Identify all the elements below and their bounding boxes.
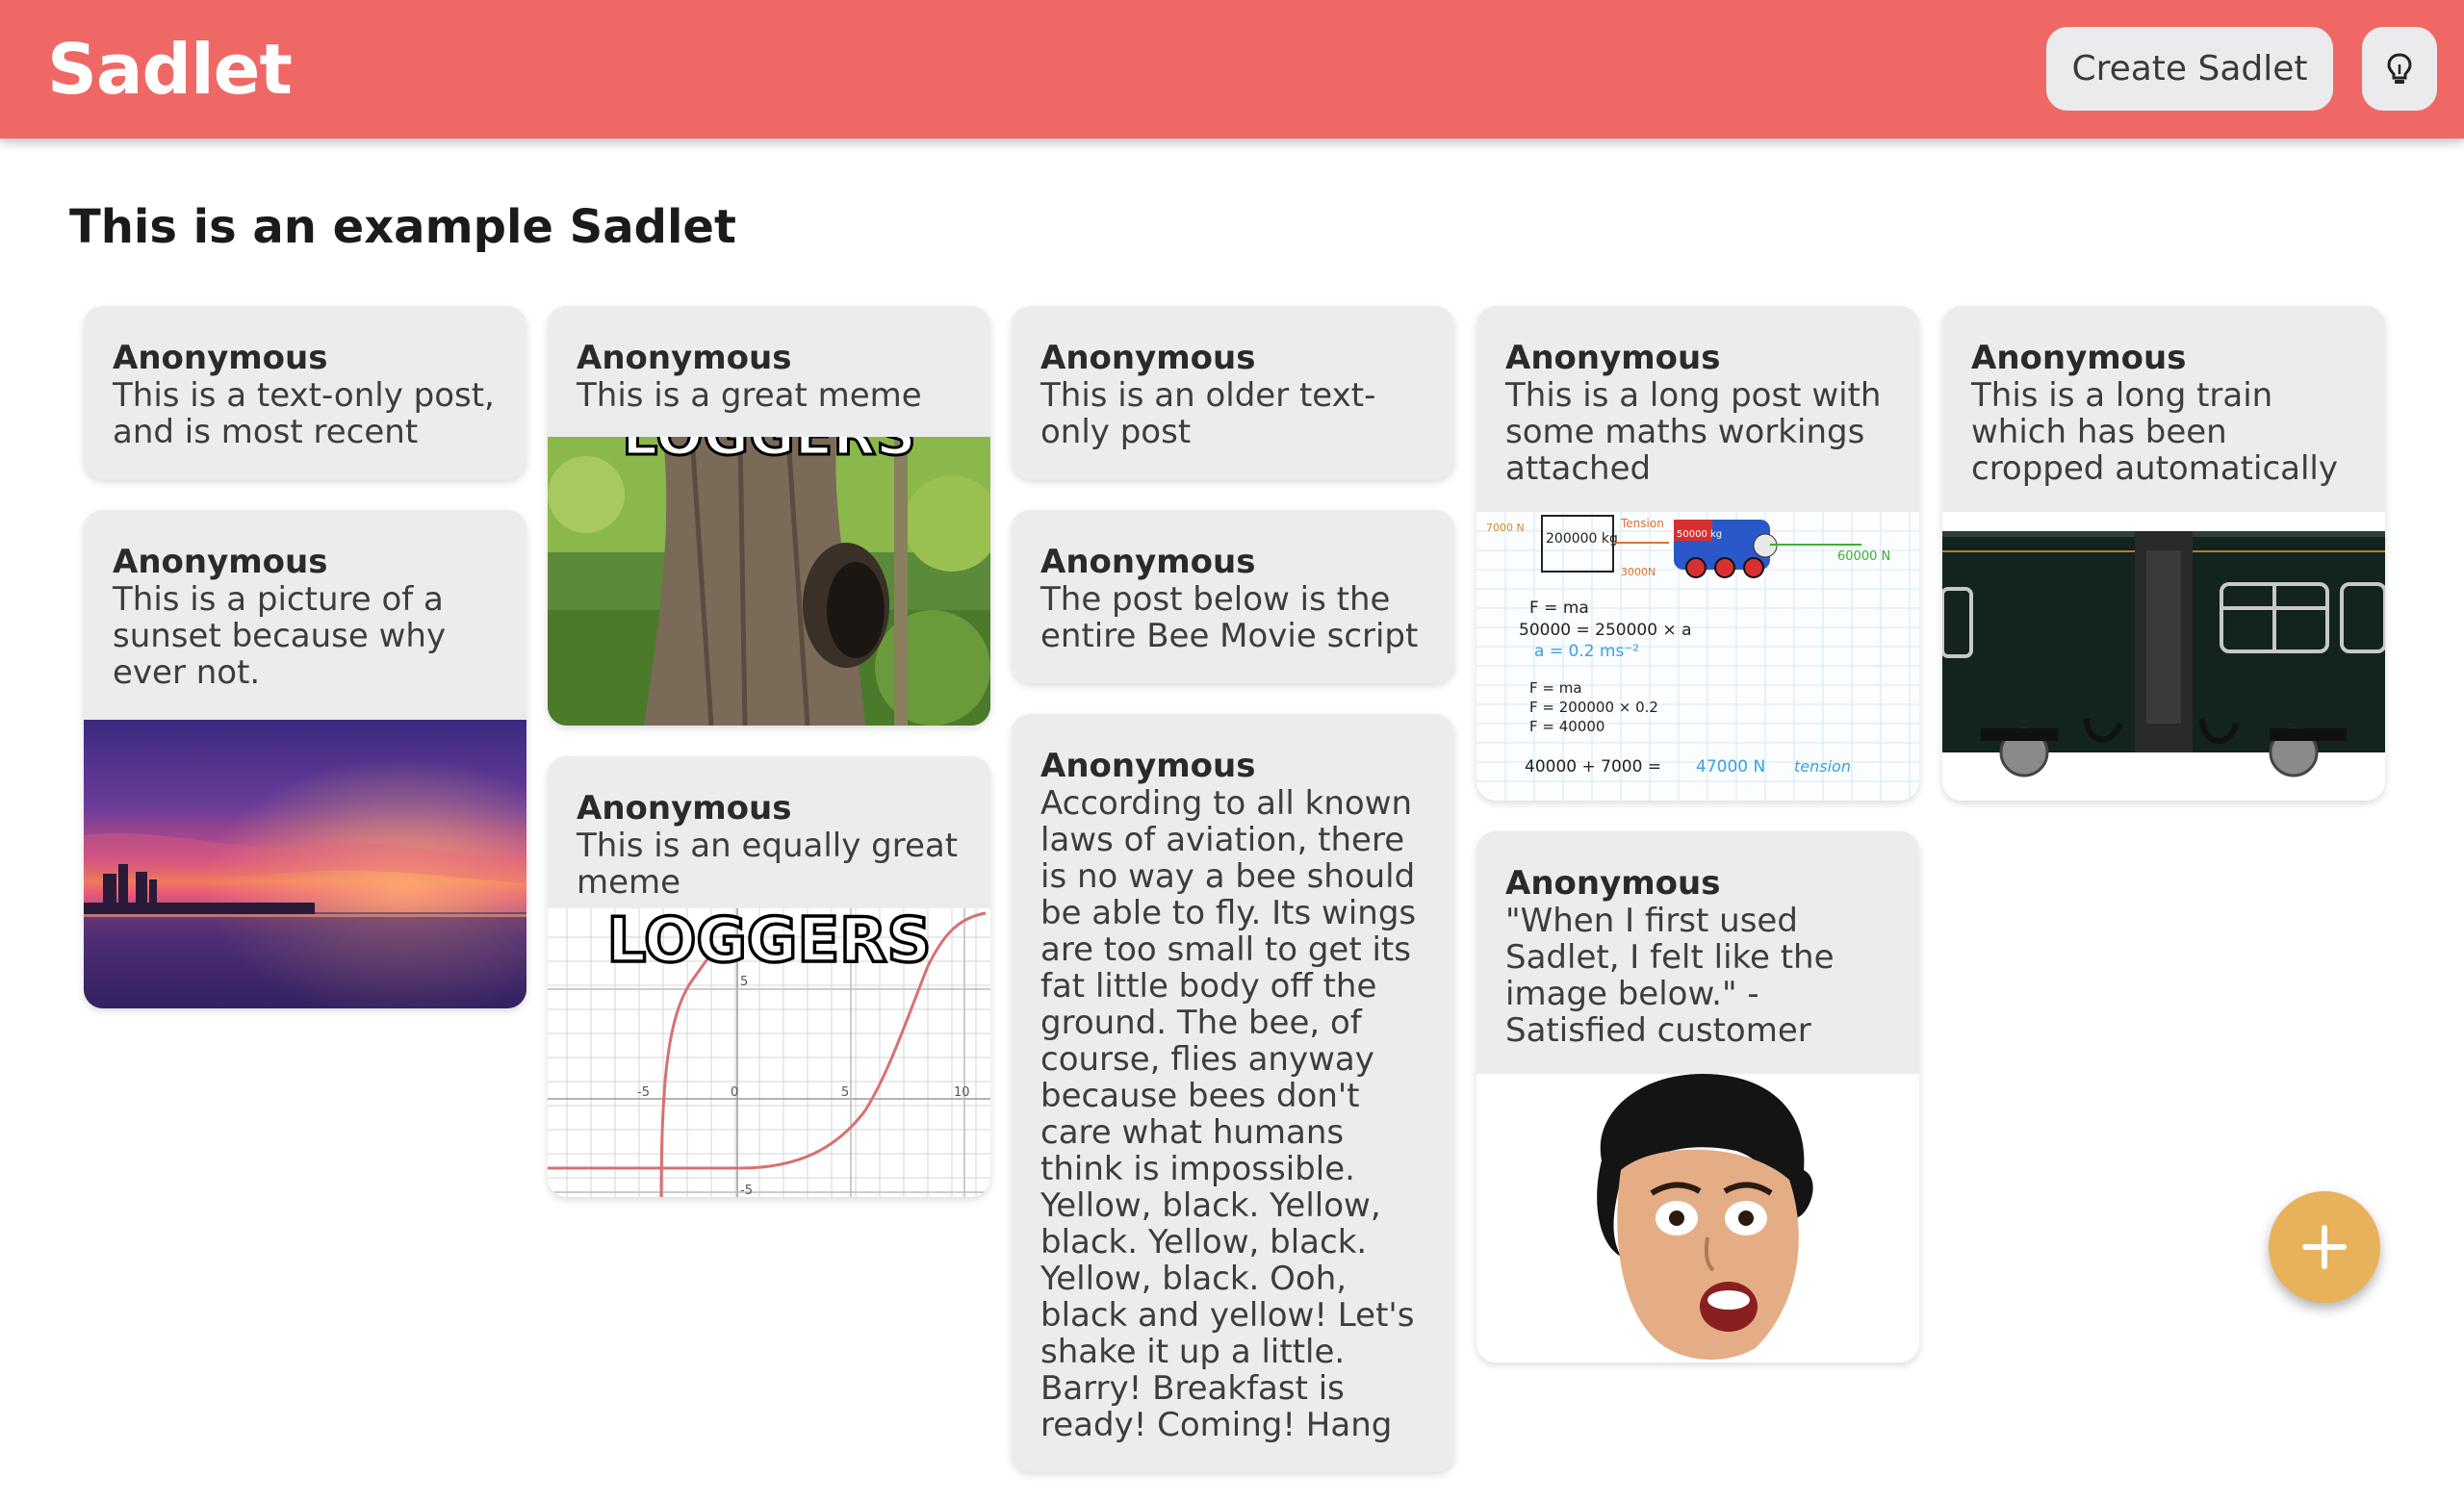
meme-caption: LOGGERS	[622, 437, 915, 468]
post-author: Anonymous	[1505, 864, 1721, 903]
post-body: This is a great meme	[577, 376, 922, 415]
post-author: Anonymous	[113, 339, 328, 377]
math-text: 50000 = 250000 × a	[1519, 621, 1692, 640]
maths-workings-image: 7000 N 200000 kg Tension 3000N 50000 kg …	[1476, 512, 1919, 801]
create-sadlet-button[interactable]: Create Sadlet	[2046, 27, 2333, 111]
post-body: This is a long train which has been crop…	[1971, 376, 2338, 488]
post-body: This is a picture of a sunset because wh…	[113, 580, 447, 692]
post-card[interactable]: Anonymous "When I first used Sadlet, I f…	[1476, 831, 1919, 1363]
math-text: Tension	[1620, 517, 1664, 530]
math-text: 3000N	[1621, 566, 1656, 578]
math-text: F = ma	[1529, 679, 1582, 697]
excited-face-image	[1476, 1074, 1919, 1363]
post-author: Anonymous	[113, 543, 328, 581]
lightbulb-icon	[2387, 52, 2412, 84]
math-text: F = 200000 × 0.2	[1529, 699, 1658, 716]
column-1: Anonymous This is a text-only post, and …	[84, 306, 526, 1039]
math-text: 60000 N	[1837, 549, 1890, 564]
post-author: Anonymous	[1505, 339, 1721, 377]
math-text: F = 40000	[1529, 718, 1604, 735]
post-card[interactable]: Anonymous The post below is the entire B…	[1012, 510, 1454, 683]
sunset-image	[84, 720, 526, 1008]
post-body: According to all known laws of aviation,…	[1040, 784, 1417, 1444]
post-card[interactable]: Anonymous This is a text-only post, and …	[84, 306, 526, 479]
top-bar: Sadlet Create Sadlet	[0, 0, 2464, 139]
math-text: 200000 kg	[1546, 531, 1618, 547]
math-text: 50000 kg	[1677, 529, 1722, 540]
column-2: Anonymous This is a great meme LOGGERS A…	[548, 306, 990, 1228]
post-card[interactable]: Anonymous This is a picture of a sunset …	[84, 510, 526, 1008]
post-author: Anonymous	[1040, 543, 1256, 581]
graph-tick: 5	[740, 975, 748, 989]
idea-button[interactable]	[2362, 27, 2437, 111]
post-body: This is a long post with some maths work…	[1505, 376, 1882, 488]
post-author: Anonymous	[1040, 339, 1256, 377]
graph-tick: -5	[637, 1085, 650, 1100]
post-card[interactable]: Anonymous This is an equally great meme	[548, 756, 990, 1197]
post-body: The post below is the entire Bee Movie s…	[1040, 580, 1419, 655]
post-card[interactable]: Anonymous This is a great meme LOGGERS	[548, 306, 990, 726]
graph-tick: 0	[731, 1085, 738, 1100]
column-3: Anonymous This is an older text-only pos…	[1012, 306, 1454, 1503]
post-author: Anonymous	[577, 339, 792, 377]
post-body: "When I first used Sadlet, I felt like t…	[1505, 902, 1835, 1050]
post-card[interactable]: Anonymous This is an older text-only pos…	[1012, 306, 1454, 479]
math-text: 47000 N	[1696, 757, 1765, 777]
plus-icon	[2302, 1225, 2347, 1269]
post-author: Anonymous	[577, 789, 792, 828]
post-card[interactable]: Anonymous This is a long post with some …	[1476, 306, 1919, 801]
column-4: Anonymous This is a long post with some …	[1476, 306, 1919, 1393]
meme-caption: LOGGERS	[606, 908, 931, 977]
math-text: 7000 N	[1486, 522, 1525, 534]
post-body: This is a text-only post, and is most re…	[113, 376, 495, 451]
graph-tick: -5	[740, 1184, 753, 1197]
math-text: a = 0.2 ms⁻²	[1534, 642, 1639, 661]
graph-tick: 10	[954, 1085, 970, 1100]
post-author: Anonymous	[1971, 339, 2187, 377]
column-5: Anonymous This is a long train which has…	[1942, 306, 2385, 831]
post-card[interactable]: Anonymous According to all known laws of…	[1012, 714, 1454, 1472]
graph-meme-image: -5 0 5 10 5 -5 LOGGERS	[548, 908, 990, 1197]
post-card[interactable]: Anonymous This is a long train which has…	[1942, 306, 2385, 801]
add-post-button[interactable]	[2269, 1191, 2380, 1303]
post-author: Anonymous	[1040, 747, 1256, 785]
math-text: F = ma	[1529, 599, 1589, 618]
math-text: tension	[1794, 757, 1851, 776]
train-image	[1942, 512, 2385, 801]
tree-meme-image: LOGGERS	[548, 437, 990, 726]
math-text: 40000 + 7000 =	[1525, 757, 1661, 777]
post-body: This is an older text-only post	[1040, 376, 1376, 451]
page-title: This is an example Sadlet	[69, 200, 736, 254]
post-body: This is an equally great meme	[577, 827, 959, 902]
graph-tick: 5	[841, 1085, 849, 1100]
brand-logo[interactable]: Sadlet	[47, 29, 293, 110]
